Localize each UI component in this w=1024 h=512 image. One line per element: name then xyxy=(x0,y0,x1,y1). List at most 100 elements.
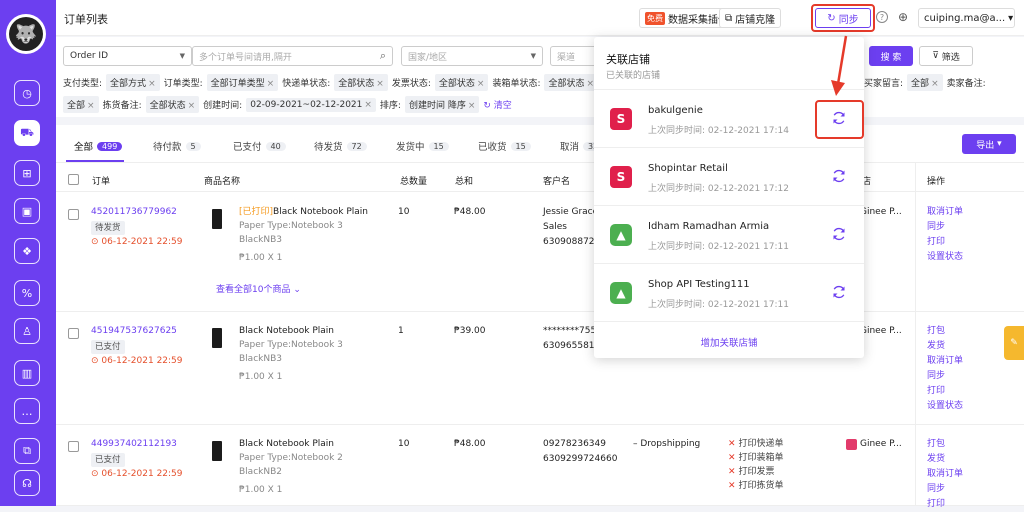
sidebar-item-2[interactable]: ⊞ xyxy=(14,160,40,186)
filter-chip[interactable]: 全部订单类型 × xyxy=(206,74,279,91)
search-icon: ⌕ xyxy=(379,49,386,62)
action-link[interactable]: 打包 xyxy=(927,437,963,452)
view-all-products-link[interactable]: 查看全部10个商品 ⌄ xyxy=(216,283,301,297)
close-icon[interactable]: × xyxy=(477,79,485,89)
action-link[interactable]: 同步 xyxy=(927,482,963,497)
action-link[interactable]: 取消订单 xyxy=(927,354,963,369)
clone-label: 店铺克隆 xyxy=(735,14,776,26)
sidebar-item-5[interactable]: % xyxy=(14,280,40,306)
action-link[interactable]: 同步 xyxy=(927,220,963,235)
sidebar-item-10[interactable]: ☊ xyxy=(14,470,40,496)
filter-chip[interactable]: 创建时间 降序 × xyxy=(404,96,480,113)
globe-icon[interactable]: ⊕ xyxy=(898,10,908,24)
product-thumbnail xyxy=(212,441,222,461)
store-clone-button[interactable]: ⧉ 店铺克隆 xyxy=(719,8,782,28)
close-icon[interactable]: × xyxy=(267,79,275,89)
product-name-line: Black Notebook Plain xyxy=(239,324,343,338)
close-icon[interactable]: × xyxy=(188,101,196,111)
filter-label: 筛选 xyxy=(941,52,960,63)
channel-select[interactable]: 渠道 xyxy=(550,46,600,66)
col-actions: 操作 xyxy=(927,177,946,187)
order-time: ⊙ 06-12-2021 22:59 xyxy=(91,354,183,368)
sidebar-item-7[interactable]: ▥ xyxy=(14,360,40,386)
select-all-checkbox[interactable] xyxy=(68,174,79,185)
print-status-item[interactable]: ✕ 打印快递单 xyxy=(728,437,784,451)
close-icon[interactable]: × xyxy=(148,79,156,89)
sidebar-item-3[interactable]: ▣ xyxy=(14,198,40,224)
print-status-item[interactable]: ✕ 打印装箱单 xyxy=(728,451,784,465)
action-link[interactable]: 取消订单 xyxy=(927,205,963,220)
product-variant: Paper Type:Notebook 3 xyxy=(239,340,343,350)
tab-4[interactable]: 发货中 15 xyxy=(396,139,449,153)
row-checkbox[interactable] xyxy=(68,441,79,452)
headset-icon: ☊ xyxy=(22,476,32,490)
sidebar-item-8[interactable]: … xyxy=(14,398,40,424)
action-link[interactable]: 设置状态 xyxy=(927,399,963,414)
tab-3[interactable]: 待发货 72 xyxy=(314,139,367,153)
refresh-icon[interactable] xyxy=(831,168,847,184)
action-link[interactable]: 发货 xyxy=(927,452,963,467)
order-id-link[interactable]: 449937402112193 xyxy=(91,437,183,451)
close-icon[interactable]: × xyxy=(931,79,939,89)
filter-chip[interactable]: 全部状态 × xyxy=(145,96,200,113)
tab-2[interactable]: 已支付 40 xyxy=(233,139,286,153)
row-checkbox[interactable] xyxy=(68,209,79,220)
sidebar-item-1[interactable]: ⛟ xyxy=(14,120,40,146)
clear-filters-link[interactable]: ↻ 清空 xyxy=(483,98,511,111)
action-link[interactable]: 发货 xyxy=(927,339,963,354)
help-icon[interactable]: ? xyxy=(876,11,888,23)
add-linked-store-link[interactable]: 增加关联店铺 xyxy=(594,335,864,349)
filter-chip-value: 02-09-2021~02-12-2021 xyxy=(250,99,363,110)
filter-button[interactable]: ⊽ 筛选 xyxy=(919,46,973,66)
filter-chip[interactable]: 全部状态 × xyxy=(334,74,388,91)
order-time-value: 06-12-2021 22:59 xyxy=(101,356,183,366)
product-sku: BlackNB3 xyxy=(239,235,282,245)
close-icon[interactable]: × xyxy=(587,79,595,89)
action-link[interactable]: 设置状态 xyxy=(927,250,963,265)
side-helper-tab[interactable]: ✎ xyxy=(1004,326,1024,360)
popup-title: 关联店铺 xyxy=(606,53,650,66)
action-link[interactable]: 打印 xyxy=(927,497,963,512)
dashboard-icon: ◷ xyxy=(22,86,32,100)
app-logo[interactable]: 🐺 xyxy=(6,14,46,54)
filter-chip[interactable]: 全部 × xyxy=(907,74,943,91)
product-thumbnail xyxy=(212,209,222,229)
row-checkbox[interactable] xyxy=(68,328,79,339)
tab-0[interactable]: 全部 499 xyxy=(74,139,123,153)
sidebar-item-0[interactable]: ◷ xyxy=(14,80,40,106)
close-icon[interactable]: × xyxy=(468,101,476,111)
filter-chip[interactable]: 全部 × xyxy=(63,96,99,113)
country-select[interactable]: 国家/地区 ▼ xyxy=(401,46,543,66)
action-link[interactable]: 打包 xyxy=(927,324,963,339)
order-id-link[interactable]: 452011736779962 xyxy=(91,205,183,219)
export-button[interactable]: 导出 ▾ xyxy=(962,134,1016,154)
close-icon[interactable]: × xyxy=(376,79,384,89)
filter-chip[interactable]: 全部状态 × xyxy=(434,74,489,91)
refresh-icon[interactable] xyxy=(831,284,847,300)
sidebar: 🐺 ◷ ⛟ ⊞ ▣ ❖% ♙ ▥ … ⧉ ☊ xyxy=(0,0,56,506)
action-link[interactable]: 同步 xyxy=(927,369,963,384)
order-id-link[interactable]: 451947537627625 xyxy=(91,324,183,338)
sidebar-item-9[interactable]: ⧉ xyxy=(14,438,40,464)
print-status-item[interactable]: ✕打印拣货单 xyxy=(728,479,784,493)
action-link[interactable]: 打印 xyxy=(927,235,963,250)
filter-chip[interactable]: 全部方式 × xyxy=(106,74,160,91)
action-link[interactable]: 取消订单 xyxy=(927,467,963,482)
user-menu[interactable]: cuiping.ma@a... ▾ xyxy=(918,8,1015,28)
filter-chip[interactable]: 全部状态 × xyxy=(544,74,599,91)
field-select[interactable]: Order ID ▼ xyxy=(63,46,192,66)
action-link[interactable]: 打印 xyxy=(927,384,963,399)
sidebar-item-6[interactable]: ♙ xyxy=(14,318,40,344)
close-icon[interactable]: × xyxy=(87,101,95,111)
print-status-item[interactable]: ✕打印发票 xyxy=(728,465,784,479)
search-button[interactable]: 搜 索 xyxy=(869,46,913,66)
filter-chip[interactable]: 02-09-2021~02-12-2021 × xyxy=(246,97,376,112)
tab-5[interactable]: 已收货 15 xyxy=(478,139,531,153)
sidebar-item-4[interactable]: ❖ xyxy=(14,238,40,264)
sync-button[interactable]: ↻ 同步 xyxy=(815,8,871,28)
tab-1[interactable]: 待付款 5 xyxy=(153,139,201,153)
close-icon[interactable]: × xyxy=(364,100,372,110)
order-id-input[interactable]: 多个订单号间请用,隔开 ⌕ xyxy=(192,46,393,66)
clock-icon: ⊙ xyxy=(91,237,102,247)
refresh-icon[interactable] xyxy=(831,226,847,242)
